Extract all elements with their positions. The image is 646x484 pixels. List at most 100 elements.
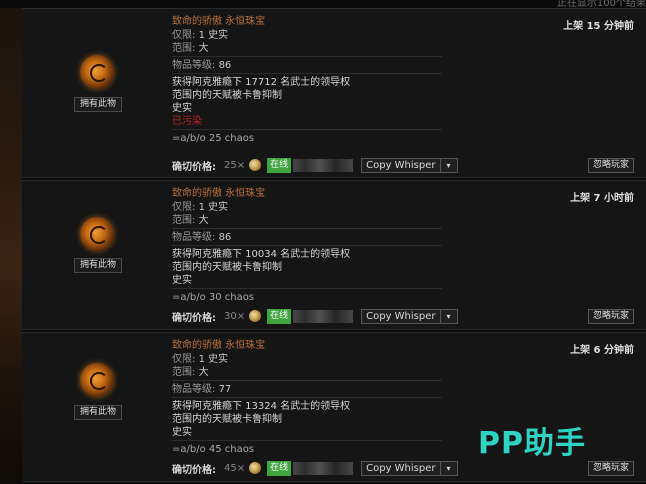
item-property: 仅限: 1 史实 — [172, 202, 229, 213]
jewel-icon[interactable] — [80, 363, 114, 397]
item-level-value: 86 — [218, 60, 232, 71]
divider — [172, 397, 442, 398]
item-mod: 范围内的天赋被卡鲁抑制 — [172, 90, 282, 101]
item-details: 致命的骄傲 永恒珠宝 仅限: 1 史实 范围: 大 物品等级: 77 获得阿克雅… — [172, 339, 442, 457]
property-value: 大 — [198, 367, 209, 378]
price-note: =a/b/o 25 chaos — [172, 133, 255, 144]
property-key: 仅限 — [172, 202, 192, 213]
item-details: 致命的骄傲 永恒珠宝 仅限: 1 史实 范围: 大 物品等级: 86 获得阿克雅… — [172, 15, 442, 146]
jewel-icon[interactable] — [80, 217, 114, 251]
item-level-label: 物品等级 — [172, 384, 212, 395]
item-mod: 获得阿克雅瘾下 10034 名武士的领导权 — [172, 249, 351, 260]
price-row: 确切价格: 30× 在线 Copy Whisper ▾ — [172, 307, 458, 325]
price-amount: 25× — [224, 159, 246, 171]
item-name[interactable]: 致命的骄傲 永恒珠宝 — [172, 339, 442, 353]
results-header: 正在显示100个结果 — [0, 0, 646, 9]
item-level: 物品等级: 77 — [172, 384, 232, 395]
item-name[interactable]: 致命的骄傲 永恒珠宝 — [172, 15, 442, 29]
item-property: 范围: 大 — [172, 215, 209, 226]
property-value: 大 — [198, 43, 209, 54]
property-value: 1 史实 — [198, 30, 229, 41]
ignore-player-button[interactable]: 忽略玩家 — [587, 158, 634, 173]
property-key: 仅限 — [172, 30, 192, 41]
item-level: 物品等级: 86 — [172, 60, 232, 71]
item-mod: 获得阿克雅瘾下 17712 名武士的领导权 — [172, 77, 351, 88]
chaos-orb-icon — [249, 462, 262, 474]
price-label: 确切价格: — [172, 161, 216, 173]
item-mod: 史实 — [172, 275, 192, 286]
item-level: 物品等级: 86 — [172, 232, 232, 243]
item-property: 仅限: 1 史实 — [172, 30, 229, 41]
owned-item-button[interactable]: 拥有此物 — [74, 97, 122, 112]
background-art — [0, 0, 22, 484]
item-icon-column: 拥有此物 — [22, 333, 170, 481]
property-value: 1 史实 — [198, 354, 229, 365]
item-icon-column: 拥有此物 — [22, 9, 170, 177]
item-name[interactable]: 致命的骄傲 永恒珠宝 — [172, 187, 442, 201]
item-level-label: 物品等级 — [172, 232, 212, 243]
copy-whisper-button[interactable]: Copy Whisper — [361, 157, 441, 173]
ignore-player-button[interactable]: 忽略玩家 — [587, 309, 634, 324]
item-mod: 史实 — [172, 103, 192, 114]
price-label: 确切价格: — [172, 464, 216, 476]
property-value: 1 史实 — [198, 202, 229, 213]
item-details: 致命的骄傲 永恒珠宝 仅限: 1 史实 范围: 大 物品等级: 86 获得阿克雅… — [172, 187, 442, 305]
item-mod: 史实 — [172, 427, 192, 438]
owned-item-button[interactable]: 拥有此物 — [74, 405, 122, 420]
item-icon-column: 拥有此物 — [22, 181, 170, 329]
price-amount: 30× — [224, 310, 246, 322]
price-note: =a/b/o 30 chaos — [172, 292, 255, 303]
property-value: 大 — [198, 215, 209, 226]
whisper-dropdown-icon[interactable]: ▾ — [440, 460, 458, 476]
online-badge: 在线 — [267, 157, 292, 173]
seller-name-blurred — [293, 461, 354, 475]
listed-time: 上架 7 小时前 — [570, 193, 634, 204]
listing-list: 拥有此物 致命的骄傲 永恒珠宝 仅限: 1 史实 范围: 大 物品等级: 86 … — [22, 8, 646, 482]
listing-card: 拥有此物 致命的骄傲 永恒珠宝 仅限: 1 史实 范围: 大 物品等级: 86 … — [22, 8, 646, 178]
jewel-icon[interactable] — [80, 55, 114, 89]
divider — [172, 380, 442, 381]
property-key: 范围 — [172, 215, 192, 226]
item-mod: 范围内的天赋被卡鲁抑制 — [172, 262, 282, 273]
online-badge: 在线 — [267, 460, 292, 476]
chaos-orb-icon — [249, 310, 262, 322]
divider — [172, 440, 442, 441]
seller-name-blurred — [293, 309, 354, 323]
price-row: 确切价格: 45× 在线 Copy Whisper ▾ — [172, 459, 458, 477]
divider — [172, 228, 442, 229]
item-property: 范围: 大 — [172, 367, 209, 378]
property-key: 范围 — [172, 367, 192, 378]
divider — [172, 129, 442, 130]
item-mod: 范围内的天赋被卡鲁抑制 — [172, 414, 282, 425]
listed-time: 上架 6 分钟前 — [570, 345, 634, 356]
item-level-label: 物品等级 — [172, 60, 212, 71]
divider — [172, 56, 442, 57]
price-amount: 45× — [224, 462, 246, 474]
item-level-value: 86 — [218, 232, 232, 243]
listed-time: 上架 15 分钟前 — [563, 21, 634, 32]
divider — [172, 73, 442, 74]
chaos-orb-icon — [249, 159, 262, 171]
price-note: =a/b/o 45 chaos — [172, 444, 255, 455]
owned-item-button[interactable]: 拥有此物 — [74, 258, 122, 273]
online-badge: 在线 — [267, 308, 292, 324]
price-label: 确切价格: — [172, 312, 216, 324]
divider — [172, 245, 442, 246]
corrupted-label: 已污染 — [172, 116, 202, 127]
watermark-logo: PP助手 — [478, 426, 586, 461]
price-row: 确切价格: 25× 在线 Copy Whisper ▾ — [172, 156, 458, 174]
seller-name-blurred — [293, 158, 354, 172]
item-property: 范围: 大 — [172, 43, 209, 54]
copy-whisper-button[interactable]: Copy Whisper — [361, 460, 441, 476]
property-key: 范围 — [172, 43, 192, 54]
item-mod: 获得阿克雅瘾下 13324 名武士的领导权 — [172, 401, 351, 412]
copy-whisper-button[interactable]: Copy Whisper — [361, 308, 441, 324]
whisper-dropdown-icon[interactable]: ▾ — [440, 157, 458, 173]
item-level-value: 77 — [218, 384, 232, 395]
ignore-player-button[interactable]: 忽略玩家 — [587, 461, 634, 476]
property-key: 仅限 — [172, 354, 192, 365]
listing-card: 拥有此物 致命的骄傲 永恒珠宝 仅限: 1 史实 范围: 大 物品等级: 86 … — [22, 180, 646, 330]
divider — [172, 288, 442, 289]
item-property: 仅限: 1 史实 — [172, 354, 229, 365]
whisper-dropdown-icon[interactable]: ▾ — [440, 308, 458, 324]
